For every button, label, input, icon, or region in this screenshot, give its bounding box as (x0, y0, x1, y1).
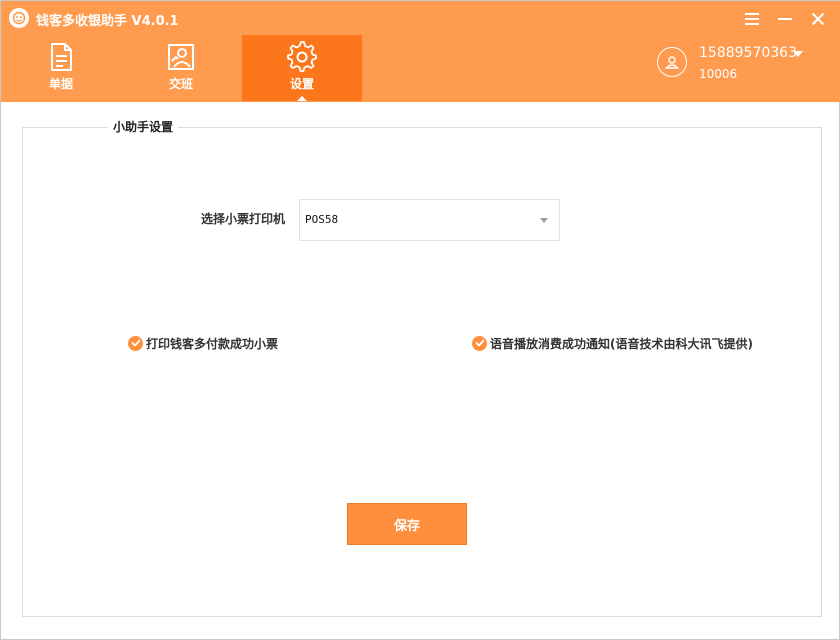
title-bar: 钱客多收银助手 V4.0.1 (1, 1, 840, 35)
avatar-icon (657, 47, 687, 77)
tab-settings-label: 设置 (289, 77, 314, 91)
printer-label: 选择小票打印机 (201, 212, 286, 226)
user-account-menu[interactable]: 15889570363 10006 (657, 45, 837, 89)
tab-settings[interactable]: 设置 (242, 35, 362, 101)
printer-select[interactable]: POS58 (299, 199, 560, 241)
minimize-icon[interactable] (774, 8, 796, 30)
app-window: 钱客多收银助手 V4.0.1 单据 交班 设置 15889570363 1000… (0, 0, 840, 640)
user-id: 10006 (699, 67, 738, 81)
gear-icon (286, 41, 318, 73)
tab-documents[interactable]: 单据 (1, 35, 121, 101)
active-tab-indicator (297, 96, 307, 101)
tab-documents-label: 单据 (48, 77, 73, 91)
printer-select-value: POS58 (305, 213, 339, 226)
menu-icon[interactable] (741, 8, 763, 30)
tab-shift-handover-label: 交班 (168, 77, 193, 91)
document-icon (45, 41, 77, 73)
header-bar: 钱客多收银助手 V4.0.1 单据 交班 设置 15889570363 1000… (1, 1, 840, 102)
voice-notification-checkbox[interactable]: 语音播放消费成功通知(语音技术由科大讯飞提供) (472, 334, 753, 352)
shift-handover-icon (165, 41, 197, 73)
voice-notification-label: 语音播放消费成功通知(语音技术由科大讯飞提供) (490, 336, 753, 351)
user-phone: 15889570363 (699, 45, 797, 61)
close-icon[interactable] (807, 8, 829, 30)
checkmark-icon (128, 335, 143, 351)
tab-shift-handover[interactable]: 交班 (121, 35, 241, 101)
save-button[interactable]: 保存 (347, 503, 467, 545)
print-receipt-checkbox[interactable]: 打印钱客多付款成功小票 (128, 334, 278, 352)
app-title: 钱客多收银助手 V4.0.1 (36, 14, 179, 29)
dropdown-arrow-icon (540, 218, 548, 223)
chevron-down-icon[interactable] (793, 51, 803, 57)
checkmark-icon (472, 335, 487, 351)
app-logo-icon (9, 8, 29, 28)
section-title: 小助手设置 (108, 118, 179, 135)
print-receipt-label: 打印钱客多付款成功小票 (146, 336, 279, 351)
